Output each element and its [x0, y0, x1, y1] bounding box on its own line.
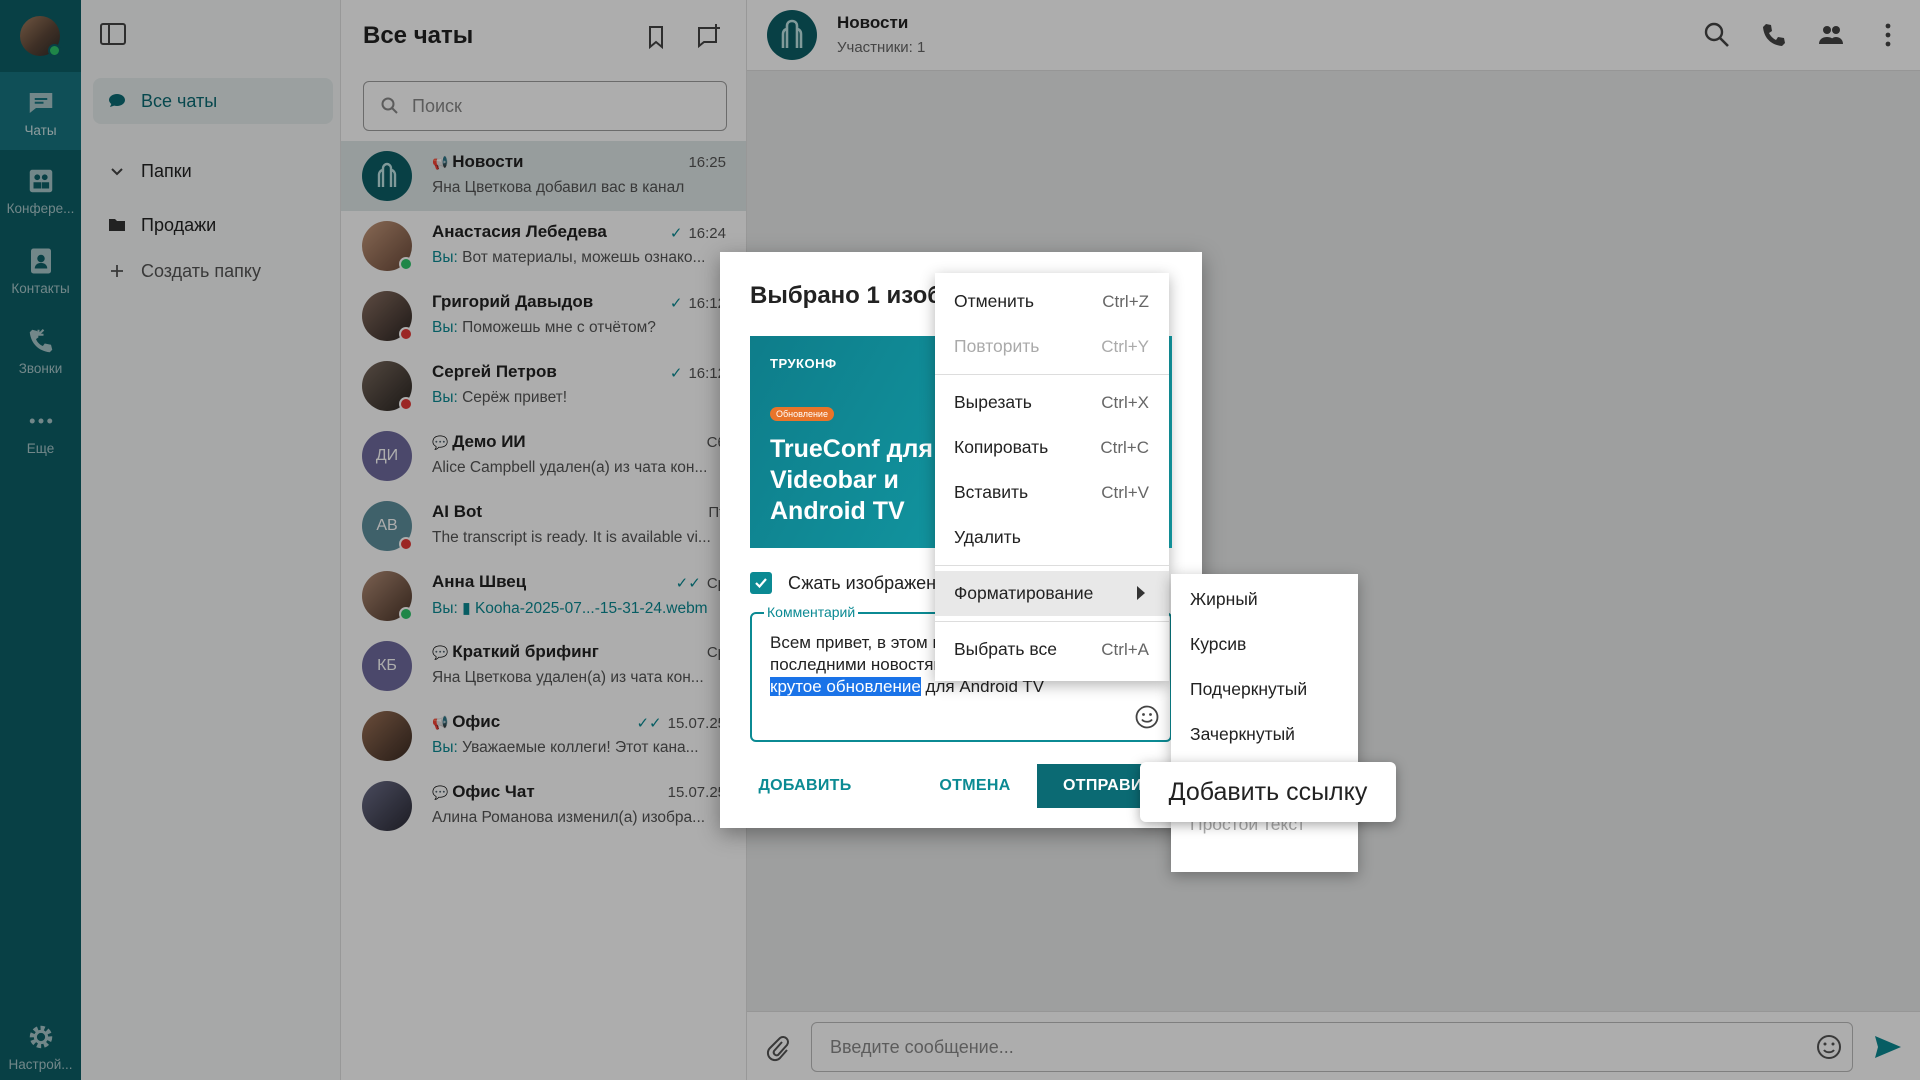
menu-item-cut[interactable]: Вырезать Ctrl+X	[935, 380, 1169, 425]
menu-item-copy[interactable]: Копировать Ctrl+C	[935, 425, 1169, 470]
submenu-arrow-icon	[1137, 586, 1145, 600]
menu-shortcut: Ctrl+Z	[1102, 291, 1149, 311]
checkbox-checked-icon	[750, 572, 772, 594]
image-badge: Обновление	[770, 407, 834, 421]
menu-divider	[935, 621, 1169, 622]
menu-shortcut: Ctrl+X	[1101, 392, 1149, 412]
add-button[interactable]: ДОБАВИТЬ	[750, 764, 860, 808]
menu-label: Удалить	[954, 527, 1021, 547]
menu-item-formatting[interactable]: Форматирование	[935, 571, 1169, 616]
add-link-hover-label[interactable]: Добавить ссылку	[1140, 762, 1396, 822]
context-menu: Отменить Ctrl+Z Повторить Ctrl+Y Вырезать C…	[935, 273, 1169, 681]
menu-shortcut: Ctrl+Y	[1101, 336, 1149, 356]
compress-label: Сжать изображение	[788, 572, 957, 593]
menu-divider	[935, 565, 1169, 566]
submenu-item-bold[interactable]: Жирный	[1171, 577, 1358, 622]
menu-label: Форматирование	[954, 583, 1094, 603]
submenu-item-strikethrough[interactable]: Зачеркнутый	[1171, 712, 1358, 757]
comment-selected-text: крутое обновление	[770, 677, 921, 696]
menu-label: Выбрать все	[954, 639, 1057, 659]
cancel-button[interactable]: ОТМЕНА	[920, 764, 1030, 808]
formatting-submenu: Жирный Курсив Подчеркнутый Зачеркнутый П…	[1171, 574, 1358, 872]
menu-item-select-all[interactable]: Выбрать все Ctrl+A	[935, 627, 1169, 672]
compress-checkbox[interactable]: Сжать изображение	[750, 572, 956, 594]
menu-item-paste[interactable]: Вставить Ctrl+V	[935, 470, 1169, 515]
menu-shortcut: Ctrl+C	[1100, 437, 1149, 457]
menu-label: Вырезать	[954, 392, 1032, 412]
menu-divider	[935, 374, 1169, 375]
menu-label: Вставить	[954, 482, 1029, 502]
menu-shortcut: Ctrl+V	[1101, 482, 1149, 502]
menu-label: Повторить	[954, 336, 1040, 356]
image-brand-text: ТРУКОНФ	[770, 356, 837, 371]
menu-item-delete[interactable]: Удалить	[935, 515, 1169, 560]
app-window: Чаты Конфере... Контакты Звонки Еще Наст…	[0, 0, 1920, 1080]
menu-label: Отменить	[954, 291, 1034, 311]
comment-legend: Комментарий	[764, 604, 859, 620]
menu-item-undo[interactable]: Отменить Ctrl+Z	[935, 279, 1169, 324]
submenu-item-underline[interactable]: Подчеркнутый	[1171, 667, 1358, 712]
menu-shortcut: Ctrl+A	[1101, 639, 1149, 659]
menu-label: Копировать	[954, 437, 1049, 457]
submenu-item-italic[interactable]: Курсив	[1171, 622, 1358, 667]
emoji-icon[interactable]	[1134, 704, 1160, 730]
menu-item-redo: Повторить Ctrl+Y	[935, 324, 1169, 369]
